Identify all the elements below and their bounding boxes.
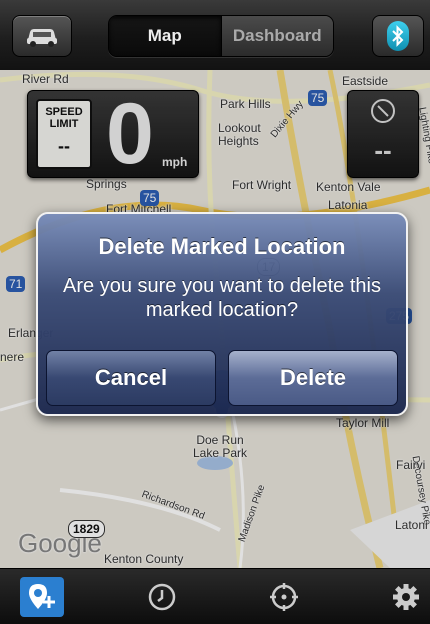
bluetooth-button[interactable] [372, 15, 424, 57]
car-icon [27, 29, 57, 47]
delete-button[interactable]: Delete [228, 350, 398, 406]
gear-icon [393, 584, 419, 610]
tab-add-location[interactable] [20, 577, 64, 617]
alert-message: Are you sure you want to delete this mar… [63, 275, 381, 321]
bottom-toolbar [0, 568, 430, 624]
add-location-icon [29, 584, 55, 609]
tab-map[interactable]: Map [109, 16, 221, 56]
app-screen: Map Dashboard River Rd Park Hills Lookou… [0, 0, 430, 624]
alert-title: Delete Marked Location [98, 234, 346, 259]
tab-dashboard[interactable]: Dashboard [220, 16, 333, 56]
top-toolbar: Map Dashboard [0, 0, 430, 71]
bluetooth-icon [387, 21, 409, 51]
view-segmented-control: Map Dashboard [108, 15, 334, 57]
tab-settings[interactable] [384, 577, 428, 617]
tab-history[interactable] [140, 577, 184, 617]
clock-icon [148, 583, 176, 611]
tab-locate[interactable] [262, 577, 306, 617]
car-button[interactable] [12, 15, 72, 57]
cancel-button[interactable]: Cancel [46, 350, 216, 406]
delete-location-alert: Delete Marked Location Are you sure you … [36, 212, 408, 416]
crosshair-icon [270, 583, 298, 611]
